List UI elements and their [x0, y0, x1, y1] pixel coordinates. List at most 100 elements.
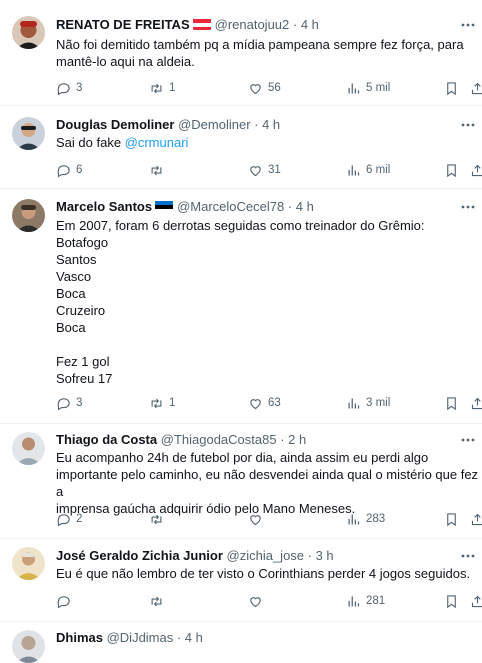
views-button[interactable]: 3 mil: [346, 394, 390, 412]
reply-button[interactable]: 2: [56, 510, 82, 528]
tweet-1[interactable]: RENATO DE FREITAS @renatojuu2 · 4 h Não f…: [0, 0, 482, 106]
like-count: 56: [268, 82, 281, 94]
heart-icon: [250, 596, 261, 607]
tweet-text: Eu acompanho 24h de futebol por dia, ain…: [56, 450, 479, 516]
bookmark-button[interactable]: [444, 592, 459, 610]
share-icon: [471, 82, 482, 94]
retweet-icon: [151, 83, 162, 93]
tweet-3[interactable]: Marcelo Santos @MarceloCecel78 · 4 h Em 2…: [0, 189, 482, 424]
avatar[interactable]: [12, 199, 45, 232]
retweet-button[interactable]: [149, 510, 169, 528]
share-icon: [471, 397, 482, 409]
bookmark-icon: [447, 594, 456, 608]
author-handle[interactable]: @ThiagodaCosta85 · 2 h: [161, 432, 306, 447]
author-name[interactable]: José Geraldo Zichia Junior: [56, 548, 223, 563]
heart-icon: [250, 83, 261, 94]
retweet-button[interactable]: [149, 161, 169, 179]
share-button[interactable]: [470, 79, 482, 97]
tweet-text: Eu é que não lembro de ter visto o Corin…: [56, 566, 471, 581]
bookmark-icon: [447, 81, 456, 95]
author-name[interactable]: Dhimas: [56, 630, 103, 645]
views-button[interactable]: 283: [346, 510, 385, 528]
bookmark-button[interactable]: [444, 161, 459, 179]
share-button[interactable]: [470, 394, 482, 412]
reply-icon: [57, 397, 70, 410]
retweet-button[interactable]: 1: [149, 79, 175, 97]
views-count: 5 mil: [366, 82, 391, 94]
like-button[interactable]: [248, 592, 268, 610]
bookmark-icon: [447, 396, 456, 410]
retweet-icon: [151, 514, 162, 524]
retweet-count: 1: [169, 397, 176, 409]
tweet-6[interactable]: Dhimas @DiJdimas · 4 h: [0, 622, 482, 663]
author-handle[interactable]: @zichia_jose · 3 h: [227, 548, 334, 563]
retweet-count: 1: [169, 82, 176, 94]
tweet-2[interactable]: Douglas Demoliner @Demoliner · 4 h Sai d…: [0, 106, 482, 189]
author-handle[interactable]: @Demoliner · 4 h: [178, 117, 280, 132]
bookmark-button[interactable]: [444, 79, 459, 97]
bookmark-icon: [447, 163, 456, 177]
views-button[interactable]: 5 mil: [346, 79, 390, 97]
tweet-4[interactable]: Thiago da Costa @ThiagodaCosta85 · 2 h E…: [0, 424, 482, 539]
avatar[interactable]: [12, 16, 45, 49]
views-count: 283: [366, 513, 386, 525]
author-name[interactable]: Douglas Demoliner: [56, 117, 174, 132]
share-icon: [471, 513, 482, 525]
like-button[interactable]: [248, 510, 268, 528]
reply-count: 3: [76, 82, 83, 94]
more-options-icon[interactable]: [460, 17, 476, 33]
reply-count: 2: [76, 513, 83, 525]
avatar[interactable]: [12, 117, 45, 150]
reply-icon: [57, 595, 70, 608]
bookmark-button[interactable]: [444, 510, 459, 528]
austria-flag-icon: [192, 18, 211, 30]
author-handle[interactable]: @renatojuu2 · 4 h: [215, 17, 319, 32]
author-name[interactable]: Thiago da Costa: [56, 432, 157, 447]
like-button[interactable]: 63: [248, 394, 281, 412]
avatar[interactable]: [12, 432, 45, 465]
author-handle[interactable]: @DiJdimas · 4 h: [107, 630, 203, 645]
avatar[interactable]: [12, 547, 45, 580]
retweet-icon: [151, 165, 162, 175]
reply-button[interactable]: 6: [56, 161, 82, 179]
reply-icon: [57, 164, 70, 177]
views-button[interactable]: 6 mil: [346, 161, 390, 179]
share-icon: [471, 595, 482, 607]
like-button[interactable]: 31: [248, 161, 281, 179]
share-button[interactable]: [470, 510, 482, 528]
views-chart-icon: [348, 165, 360, 175]
reply-button[interactable]: [56, 592, 76, 610]
share-button[interactable]: [470, 592, 482, 610]
heart-icon: [250, 165, 261, 176]
retweet-icon: [151, 398, 162, 408]
tweet-text: Em 2007, foram 6 derrotas seguidas como …: [56, 218, 425, 386]
mention-link[interactable]: @crmunari: [125, 135, 189, 150]
author-name[interactable]: RENATO DE FREITAS: [56, 17, 190, 32]
more-options-icon[interactable]: [460, 199, 476, 215]
like-count: 31: [268, 164, 281, 176]
retweet-button[interactable]: 1: [149, 394, 175, 412]
views-count: 6 mil: [366, 164, 391, 176]
retweet-button[interactable]: [149, 592, 169, 610]
reply-icon: [57, 513, 70, 526]
views-count: 281: [366, 595, 386, 607]
reply-button[interactable]: 3: [56, 394, 82, 412]
bookmark-button[interactable]: [444, 394, 459, 412]
heart-icon: [250, 398, 261, 409]
author-handle[interactable]: @MarceloCecel78 · 4 h: [177, 199, 314, 214]
reply-icon: [57, 82, 70, 95]
more-options-icon[interactable]: [460, 117, 476, 133]
views-count: 3 mil: [366, 397, 391, 409]
tweet-5[interactable]: José Geraldo Zichia Junior @zichia_jose …: [0, 539, 482, 622]
like-button[interactable]: 56: [248, 79, 281, 97]
share-button[interactable]: [470, 161, 482, 179]
reply-button[interactable]: 3: [56, 79, 82, 97]
avatar[interactable]: [12, 630, 45, 663]
author-name[interactable]: Marcelo Santos: [56, 199, 152, 214]
more-options-icon[interactable]: [460, 548, 476, 564]
more-options-icon[interactable]: [460, 432, 476, 448]
views-chart-icon: [348, 596, 360, 606]
like-count: 63: [268, 397, 281, 409]
views-button[interactable]: 281: [346, 592, 385, 610]
reply-count: 6: [76, 164, 83, 176]
